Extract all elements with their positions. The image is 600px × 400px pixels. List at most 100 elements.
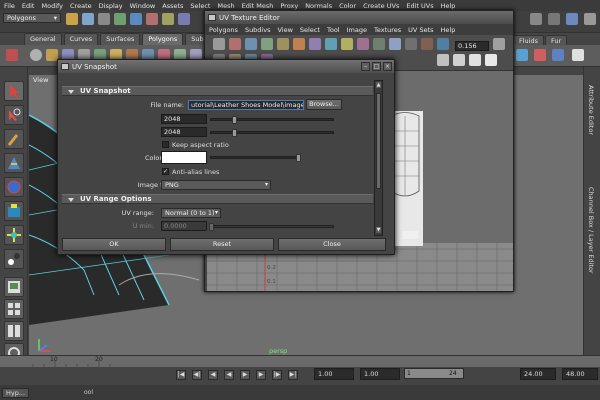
slider-handle[interactable] [232,116,237,124]
save-icon[interactable] [82,13,94,25]
uv-layout-icon[interactable] [293,38,305,50]
reset-button[interactable]: Reset [170,238,274,251]
playback-end-field[interactable]: 24.00 [520,368,556,380]
menu-color[interactable]: Color [339,2,356,10]
uv-filter-icon[interactable] [437,38,449,50]
menu-edit-mesh[interactable]: Edit Mesh [242,2,274,10]
uv-range-section-header[interactable]: UV Range Options [62,194,373,204]
attribute-editor-tab[interactable]: Attribute Editor [587,85,595,135]
uv-menu-polygons[interactable]: Polygons [209,26,238,34]
component-mode-icon[interactable] [114,13,126,25]
slider-handle[interactable] [209,223,214,231]
current-time-field[interactable]: 1.00 [314,368,354,380]
uv-checker-icon[interactable] [389,38,401,50]
size-y-slider[interactable] [210,129,334,137]
uv-menu-subdivs[interactable]: Subdivs [245,26,271,34]
tab-curves[interactable]: Curves [63,33,99,45]
fluid-emitter-icon[interactable] [534,49,546,61]
uv-align-icon[interactable] [341,38,353,50]
select-tool-icon[interactable] [4,81,24,101]
snap-point-icon[interactable] [178,13,190,25]
play-forwards-button[interactable]: ▶ [240,370,250,380]
slider-handle[interactable] [296,154,301,162]
single-pane-layout-icon[interactable] [4,277,24,297]
uv-menu-uv-sets[interactable]: UV Sets [408,26,433,34]
menu-modify[interactable]: Modify [41,2,63,10]
outliner-layout-icon[interactable] [4,321,24,341]
end-time-field[interactable]: 48.00 [562,368,598,380]
image-format-dropdown[interactable]: PNG [161,180,271,190]
fluid-icon[interactable] [516,49,528,61]
ok-button[interactable]: OK [62,238,166,251]
four-pane-layout-icon[interactable] [4,299,24,319]
menu-file[interactable]: File [4,2,15,10]
uv-menu-tool[interactable]: Tool [327,26,340,34]
uv-flip-icon[interactable] [213,38,225,50]
uv-frame-icon[interactable] [453,54,465,66]
menu-proxy[interactable]: Proxy [280,2,298,10]
uv-menu-view[interactable]: View [277,26,292,34]
close-button[interactable]: Close [278,238,386,251]
uv-range-dropdown[interactable]: Normal (0 to 1) [161,208,221,218]
scroll-thumb[interactable] [376,93,381,189]
soft-mod-tool-icon[interactable] [4,249,24,269]
step-forward-button[interactable]: |▶ [272,370,282,380]
menu-window[interactable]: Window [130,2,156,10]
minimize-button[interactable]: ‒ [361,62,370,71]
menu-assets[interactable]: Assets [162,2,183,10]
go-to-start-button[interactable]: |◀ [176,370,186,380]
uv-copy-icon[interactable] [493,38,505,50]
mask-icon[interactable] [130,13,142,25]
uv-editor-titlebar[interactable]: UV Texture Editor [205,11,513,24]
uv-display-icon[interactable] [405,38,417,50]
uv-unfold-icon[interactable] [325,38,337,50]
render-settings-icon[interactable] [566,13,578,25]
size-y-input[interactable]: 2048 [161,127,207,137]
menu-create-uvs[interactable]: Create UVs [363,2,399,10]
poly-sphere-icon[interactable] [30,49,42,61]
uv-snapshot-titlebar[interactable]: UV Snapshot ‒ □ × [58,60,394,73]
step-forward-key-button[interactable]: ▶ [256,370,266,380]
rotate-tool-icon[interactable] [4,177,24,197]
slider-handle[interactable] [232,129,237,137]
menu-edit-uvs[interactable]: Edit UVs [406,2,433,10]
uv-image-icon[interactable] [421,38,433,50]
menu-help[interactable]: Help [441,2,456,10]
select-mode-icon[interactable] [98,13,110,25]
browse-button[interactable]: Browse... [306,99,342,110]
close-window-button[interactable]: × [383,62,392,71]
snap-grid-icon[interactable] [146,13,158,25]
uv-value-field[interactable]: 0.156 [455,41,489,51]
paint-select-tool-icon[interactable] [4,129,24,149]
folder-icon[interactable] [66,13,78,25]
playback-start-field[interactable]: 1.00 [360,368,400,380]
fur-icon[interactable] [552,49,564,61]
menu-normals[interactable]: Normals [305,2,332,10]
scale-tool-icon[interactable] [4,201,24,221]
time-slider[interactable]: 10 20 [0,355,600,368]
uv-snapshot-section-header[interactable]: UV Snapshot [62,86,373,96]
uv-menu-select[interactable]: Select [300,26,320,34]
anti-alias-checkbox[interactable]: ✓ [162,168,169,175]
uv-relax-icon[interactable] [309,38,321,50]
uv-zoom-icon[interactable] [469,54,481,66]
uv-rotate-icon[interactable] [229,38,241,50]
file-name-input[interactable]: utorial\Leather Shoes Model\images\Shoe … [188,100,304,110]
uv-sew-icon[interactable] [261,38,273,50]
menu-mesh[interactable]: Mesh [217,2,234,10]
channel-box-tab[interactable]: Channel Box / Layer Editor [587,187,595,274]
uv-pan-icon[interactable] [437,54,449,66]
lasso-tool-icon[interactable] [4,105,24,125]
manipulator-tool-icon[interactable] [4,225,24,245]
step-back-button[interactable]: ◀| [192,370,202,380]
menu-display[interactable]: Display [99,2,123,10]
uv-menu-image[interactable]: Image [347,26,367,34]
menu-set-dropdown[interactable]: Polygons ▾ [3,13,61,23]
size-x-input[interactable]: 2048 [161,114,207,124]
ipr-icon[interactable] [548,13,560,25]
move-tool-icon[interactable] [4,153,24,173]
u-min-slider[interactable] [209,223,334,231]
tab-general[interactable]: General [24,33,62,45]
menu-select[interactable]: Select [190,2,210,10]
checker-icon[interactable] [572,49,584,61]
